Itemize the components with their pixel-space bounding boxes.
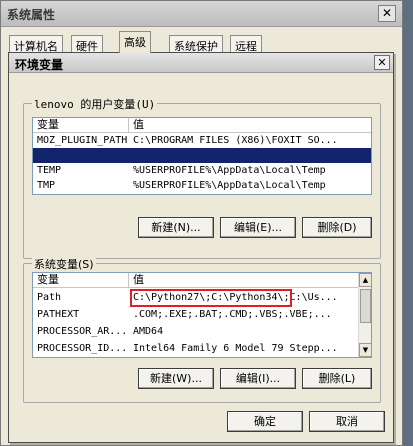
tab-remote[interactable]: 远程 xyxy=(230,35,262,53)
system-var-row[interactable]: PROCESSOR_ID... Intel64 Family 6 Model 7… xyxy=(33,341,371,356)
dialog-title: 环境变量 xyxy=(15,58,64,72)
user-var-value: %USERPROFILE%\AppData\Local\Temp xyxy=(133,180,326,191)
environment-variables-titlebar: 环境变量 ✕ xyxy=(9,53,393,73)
system-properties-titlebar: 系统属性 ✕ xyxy=(1,1,402,27)
user-variables-group: lenovo 的用户变量(U) 变量 值 MOZ_PLUGIN_PATH C:\… xyxy=(23,96,381,259)
system-var-value: Intel64 Family 6 Model 79 Stepp... xyxy=(133,343,338,354)
user-var-row[interactable]: TEMP %USERPROFILE%\AppData\Local\Temp xyxy=(33,163,371,178)
user-var-row-selected[interactable] xyxy=(33,148,371,163)
dialog-close-icon[interactable]: ✕ xyxy=(374,55,390,70)
user-var-name xyxy=(33,148,129,163)
user-variables-label: lenovo 的用户变量(U) xyxy=(32,96,158,112)
system-variables-label: 系统变量(S) xyxy=(32,256,96,272)
user-col-variable[interactable]: 变量 xyxy=(33,118,129,133)
system-var-name: PATHEXT xyxy=(37,309,80,320)
system-new-button[interactable]: 新建(W)... xyxy=(138,368,214,389)
system-delete-button[interactable]: 删除(L) xyxy=(302,368,372,389)
system-variables-group: 系统变量(S) 变量 值 Path C:\Python27\;C:\Python… xyxy=(23,256,381,403)
user-var-name: TEMP xyxy=(37,165,62,176)
scroll-down-arrow-icon[interactable]: ▼ xyxy=(359,343,371,357)
system-var-name: PROCESSOR_ID... xyxy=(37,343,128,354)
system-edit-button[interactable]: 编辑(I)... xyxy=(220,368,296,389)
system-var-name: PROCESSOR_AR... xyxy=(37,326,128,337)
user-var-row[interactable]: TMP %USERPROFILE%\AppData\Local\Temp xyxy=(33,178,371,193)
system-var-row[interactable]: PROCESSOR_AR... AMD64 xyxy=(33,324,371,339)
user-var-name: MOZ_PLUGIN_PATH xyxy=(37,135,128,146)
system-var-value: .COM;.EXE;.BAT;.CMD;.VBS;.VBE;... xyxy=(133,309,332,320)
user-variables-header: 变量 值 xyxy=(33,118,371,133)
cancel-button[interactable]: 取消 xyxy=(309,411,385,432)
tab-hardware[interactable]: 硬件 xyxy=(71,35,103,53)
system-col-value[interactable]: 值 xyxy=(129,273,359,288)
tab-system-protection[interactable]: 系统保护 xyxy=(169,35,223,53)
system-variables-header: 变量 值 xyxy=(33,273,371,288)
scroll-thumb[interactable] xyxy=(360,289,371,323)
system-properties-close-icon[interactable]: ✕ xyxy=(378,5,396,22)
system-var-value: AMD64 xyxy=(133,326,164,337)
user-var-row[interactable]: MOZ_PLUGIN_PATH C:\PROGRAM FILES (X86)\F… xyxy=(33,133,371,148)
system-variables-list[interactable]: 变量 值 Path C:\Python27\;C:\Python34\;C:\U… xyxy=(32,272,372,358)
user-var-value: C:\PROGRAM FILES (X86)\FOXIT SO... xyxy=(133,135,338,146)
scroll-up-arrow-icon[interactable]: ▲ xyxy=(359,273,371,287)
ok-button[interactable]: 确定 xyxy=(227,411,303,432)
system-variables-scrollbar[interactable]: ▲ ▼ xyxy=(358,273,371,357)
system-var-value: C:\Python27\;C:\Python34\;C:\Us... xyxy=(133,292,338,303)
tab-advanced[interactable]: 高级 xyxy=(119,31,151,53)
user-var-value: %USERPROFILE%\AppData\Local\Temp xyxy=(133,165,326,176)
system-var-row[interactable]: Path C:\Python27\;C:\Python34\;C:\Us... xyxy=(33,290,371,305)
user-variables-list[interactable]: 变量 值 MOZ_PLUGIN_PATH C:\PROGRAM FILES (X… xyxy=(32,117,372,195)
user-delete-button[interactable]: 删除(D) xyxy=(302,217,372,238)
user-new-button[interactable]: 新建(N)... xyxy=(138,217,214,238)
system-properties-title: 系统属性 xyxy=(7,8,56,22)
tab-computer-name[interactable]: 计算机名 xyxy=(9,35,63,53)
user-var-name: TMP xyxy=(37,180,56,191)
environment-variables-dialog: 环境变量 ✕ lenovo 的用户变量(U) 变量 值 MOZ_PLUGIN_P… xyxy=(8,52,394,443)
system-var-row[interactable]: PATHEXT .COM;.EXE;.BAT;.CMD;.VBS;.VBE;..… xyxy=(33,307,371,322)
user-col-value[interactable]: 值 xyxy=(129,118,371,133)
user-edit-button[interactable]: 编辑(E)... xyxy=(220,217,296,238)
user-var-value xyxy=(129,148,371,163)
system-col-variable[interactable]: 变量 xyxy=(33,273,129,288)
system-var-name: Path xyxy=(37,292,62,303)
